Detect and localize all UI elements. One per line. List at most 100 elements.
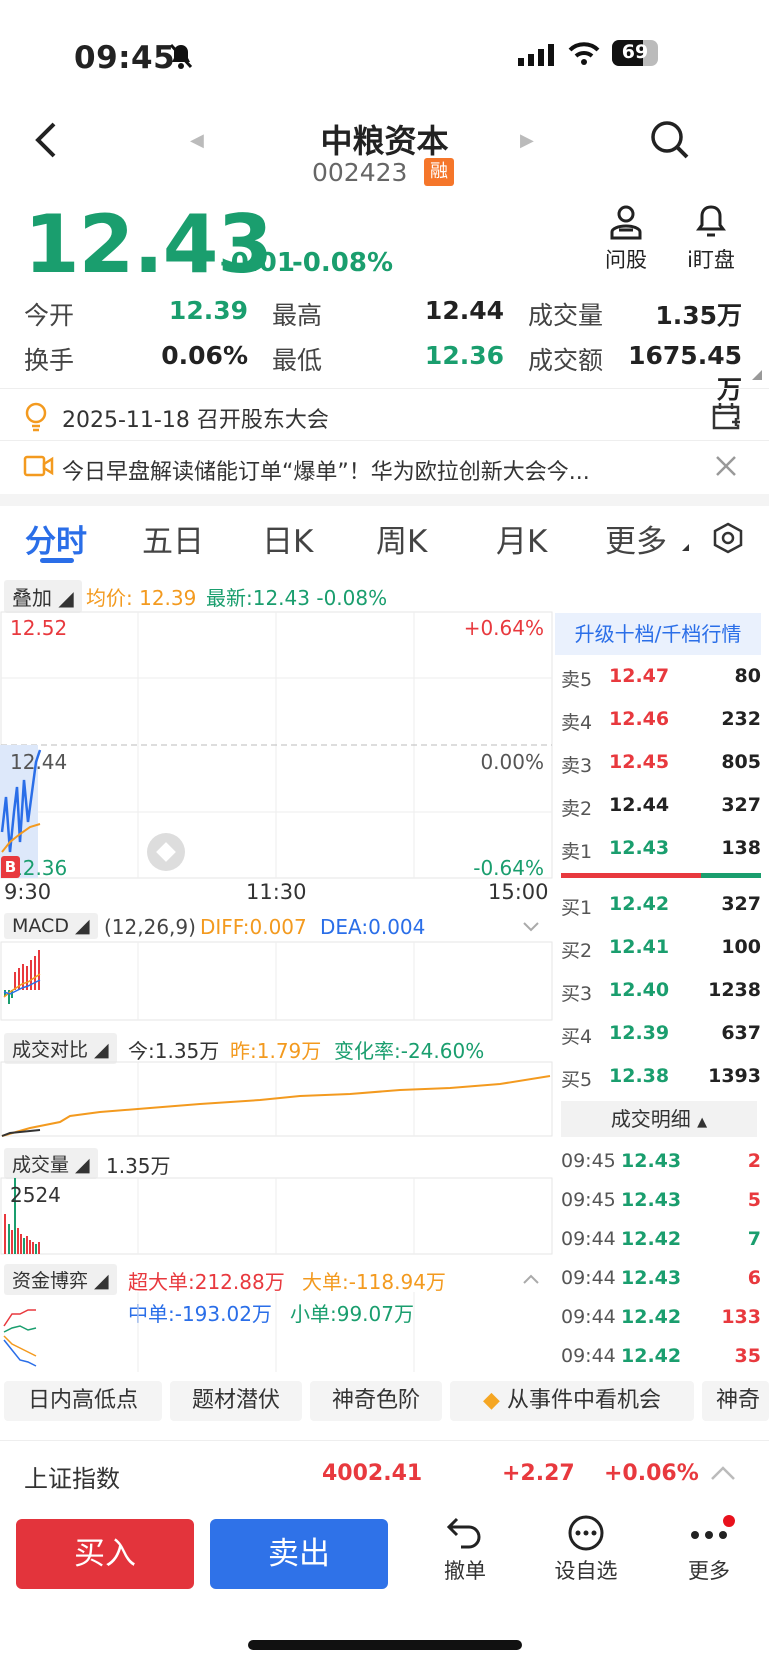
pct-top-label: +0.64% — [463, 616, 544, 640]
watch-button[interactable]: i盯盘 — [676, 204, 746, 274]
bid-label: 买1 — [561, 897, 593, 919]
sell-button[interactable]: 卖出 — [210, 1519, 388, 1589]
x-mid-label: 11:30 — [246, 880, 307, 904]
trade-price: 12.43 — [621, 1189, 682, 1211]
collapse-chevron-icon[interactable] — [522, 918, 540, 937]
upgrade-depth-button[interactable]: 升级十档/千档行情 — [555, 613, 761, 655]
more-button[interactable]: 更多 — [674, 1515, 744, 1585]
expand-corner-icon[interactable] — [752, 370, 762, 380]
volume-max-label: 2524 — [10, 1183, 61, 1207]
tab-week-k[interactable]: 周K — [376, 516, 427, 561]
ask-price: 12.43 — [609, 837, 670, 859]
ask-volume: 138 — [721, 837, 761, 859]
trade-time: 09:44 — [561, 1267, 616, 1289]
trade-detail-button[interactable]: 成交明细 ▲ — [561, 1101, 757, 1137]
pill-label: 题材潜伏 — [191, 1388, 280, 1413]
ask-price: 12.45 — [609, 751, 670, 773]
ask-stock-button[interactable]: 问股 — [596, 204, 656, 274]
tab-intraday[interactable]: 分时 — [25, 516, 87, 561]
volume-chip[interactable]: 成交量 ◢ — [4, 1148, 98, 1179]
bid-label: 买2 — [561, 940, 593, 962]
settings-hex-icon[interactable] — [712, 522, 744, 558]
fund-large: 大单:-118.94万 — [302, 1270, 446, 1294]
ask-price: 12.44 — [609, 794, 670, 816]
trade-volume: 6 — [747, 1267, 761, 1289]
video-icon — [23, 454, 54, 482]
bid-volume: 327 — [721, 893, 761, 915]
meeting-text: 2025-11-18 召开股东大会 — [62, 408, 329, 433]
ask-row: 卖1 12.43 138 — [561, 837, 761, 877]
trade-row: 09:44 12.42 7 — [561, 1228, 761, 1268]
pill-event-opportunity[interactable]: ◆ 从事件中看机会 — [450, 1381, 694, 1421]
index-bar[interactable]: 上证指数 4002.41 +2.27 +0.06% — [0, 1440, 769, 1510]
buy-label: 买入 — [74, 1536, 136, 1572]
add-watchlist-label: 设自选 — [554, 1559, 618, 1583]
bid-price: 12.40 — [609, 979, 670, 1001]
add-watchlist-button[interactable]: 设自选 — [546, 1515, 626, 1585]
low-value: 12.36 — [424, 341, 504, 370]
ask-price: 12.46 — [609, 708, 670, 730]
y-top-label: 12.52 — [10, 616, 68, 640]
ask-volume: 80 — [734, 665, 761, 687]
bid-volume: 637 — [721, 1022, 761, 1044]
cancel-order-button[interactable]: 撤单 — [430, 1515, 500, 1585]
macd-chip[interactable]: MACD ◢ — [4, 913, 98, 939]
upgrade-depth-label: 升级十档/千档行情 — [574, 622, 742, 646]
bid-row: 买5 12.38 1393 — [561, 1065, 761, 1105]
latest-price: 最新:12.43 -0.08% — [206, 586, 388, 610]
pill-magic-color[interactable]: 神奇色阶 — [310, 1381, 442, 1421]
tab-day-k[interactable]: 日K — [262, 516, 313, 561]
news-notice[interactable]: 今日早盘解读储能订单“爆单”！华为欧拉创新大会今... — [0, 442, 769, 492]
pill-magic-more[interactable]: 神奇 — [702, 1381, 769, 1421]
more-dots-icon — [687, 1515, 735, 1555]
overlay-chip[interactable]: 叠加 ◢ — [4, 580, 82, 613]
trade-row: 09:44 12.42 35 — [561, 1345, 761, 1385]
pill-label: 神奇 — [716, 1388, 761, 1413]
volume-compare-chart — [0, 1061, 553, 1137]
fund-flow-chart — [3, 1292, 415, 1372]
tab-month-k[interactable]: 月K — [496, 516, 547, 561]
volume-chip-label: 成交量 — [12, 1154, 70, 1176]
ask-label: 卖4 — [561, 712, 593, 734]
buy-button[interactable]: 买入 — [16, 1519, 194, 1589]
tab-five-day[interactable]: 五日 — [142, 516, 204, 561]
x-end-label: 15:00 — [488, 880, 549, 904]
calendar-add-icon[interactable] — [712, 402, 742, 434]
search-icon[interactable] — [650, 120, 690, 164]
low-label: 最低 — [272, 346, 323, 375]
wifi-icon — [568, 42, 600, 70]
volume-compare-chip-label: 成交对比 — [12, 1039, 89, 1061]
pill-label: 从事件中看机会 — [506, 1388, 661, 1413]
macd-params: (12,26,9) — [104, 915, 196, 939]
fund-collapse-icon[interactable] — [522, 1270, 540, 1289]
chevron-up-icon[interactable] — [710, 1465, 736, 1485]
macd-chip-label: MACD — [12, 915, 69, 937]
status-time: 09:45 — [74, 40, 176, 76]
pill-theme-lurk[interactable]: 题材潜伏 — [170, 1381, 302, 1421]
ask-stock-label: 问股 — [605, 248, 647, 272]
fund-flow-chip[interactable]: 资金博弈 ◢ — [4, 1264, 117, 1295]
bid-volume: 100 — [721, 936, 761, 958]
trade-price: 12.42 — [621, 1228, 682, 1250]
macd-chart — [0, 941, 553, 1021]
tab-active-underline — [40, 558, 74, 563]
tab-more[interactable]: 更多 — [605, 516, 667, 561]
pill-intraday-high-low[interactable]: 日内高低点 — [4, 1381, 162, 1421]
volume-total: 1.35万 — [106, 1154, 171, 1178]
next-stock-icon[interactable]: ▶ — [520, 130, 534, 151]
pct-mid-label: 0.00% — [480, 750, 544, 774]
close-icon[interactable] — [714, 454, 738, 482]
more-label: 更多 — [688, 1559, 730, 1583]
buy-marker-label: B — [4, 858, 17, 876]
bid-price: 12.41 — [609, 936, 670, 958]
user-icon — [609, 205, 643, 244]
lightbulb-icon — [24, 402, 48, 436]
index-value: 4002.41 — [322, 1461, 423, 1486]
volume-compare-chip[interactable]: 成交对比 ◢ — [4, 1033, 117, 1064]
trade-row: 09:45 12.43 2 — [561, 1150, 761, 1190]
bell-slash-icon — [168, 42, 194, 76]
price-chart[interactable] — [0, 611, 553, 880]
ask-row: 卖4 12.46 232 — [561, 708, 761, 748]
meeting-notice[interactable]: 2025-11-18 召开股东大会 — [0, 390, 769, 440]
bid-ask-ratio-bar — [561, 873, 761, 878]
